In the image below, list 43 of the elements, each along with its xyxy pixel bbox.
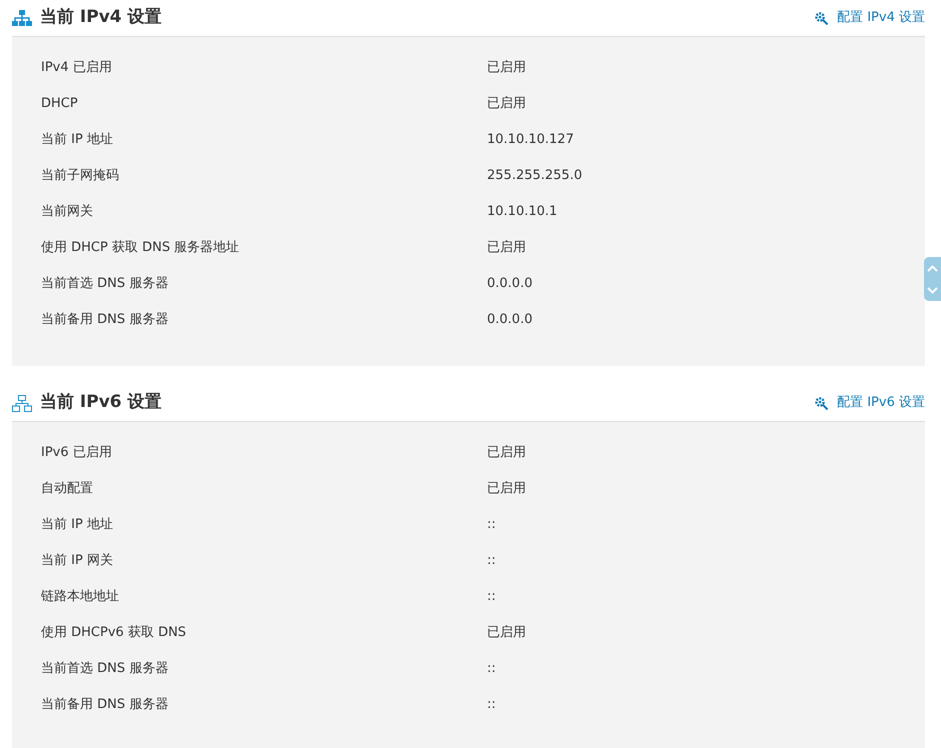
setting-label: 当前首选 DNS 服务器 [41,275,170,293]
setting-label: 当前网关 [41,203,94,221]
setting-value: 已启用 [487,239,526,257]
setting-label: IPv6 已启用 [41,444,113,462]
setting-label: IPv4 已启用 [41,59,113,77]
configure-link[interactable]: 配置 IPv4 设置 [814,8,925,28]
setting-label: 当前备用 DNS 服务器 [41,696,170,714]
setting-value: 已启用 [487,480,526,498]
setting-label: 当前 IP 网关 [41,552,114,570]
gear-wrench-icon [814,11,830,25]
setting-value: 已启用 [487,444,526,462]
setting-label: 当前 IP 地址 [41,516,114,534]
setting-value: 已启用 [487,59,526,77]
setting-label: 使用 DHCP 获取 DNS 服务器地址 [41,239,240,257]
network-icon [12,10,32,26]
setting-value: 10.10.10.127 [487,131,574,149]
setting-label: 使用 DHCPv6 获取 DNS [41,624,188,642]
setting-label: 当前首选 DNS 服务器 [41,660,170,678]
setting-label: 当前备用 DNS 服务器 [41,311,170,329]
setting-value: 10.10.10.1 [487,203,558,221]
gear-wrench-icon [814,396,830,410]
chevron-down-icon [927,286,938,294]
setting-value: 已启用 [487,624,526,642]
chevron-up-icon [927,264,938,272]
setting-value: :: [487,660,496,678]
setting-label: 自动配置 [41,480,94,498]
setting-value: :: [487,516,496,534]
configure-link[interactable]: 配置 IPv6 设置 [814,393,925,413]
setting-value: :: [487,696,496,714]
setting-label: DHCP [41,95,79,113]
setting-value: 255.255.255.0 [487,167,582,185]
setting-label: 当前 IP 地址 [41,131,114,149]
setting-value: 已启用 [487,95,526,113]
setting-value: :: [487,588,496,606]
scroll-button[interactable] [924,257,941,301]
setting-value: 0.0.0.0 [487,311,532,329]
setting-label: 当前子网掩码 [41,167,120,185]
setting-value: 0.0.0.0 [487,275,532,293]
section-title: 当前 IPv6 设置 [40,391,162,414]
section-title: 当前 IPv4 设置 [40,6,162,30]
setting-label: 链路本地地址 [41,588,120,606]
setting-value: :: [487,552,496,570]
network-icon [12,394,32,412]
